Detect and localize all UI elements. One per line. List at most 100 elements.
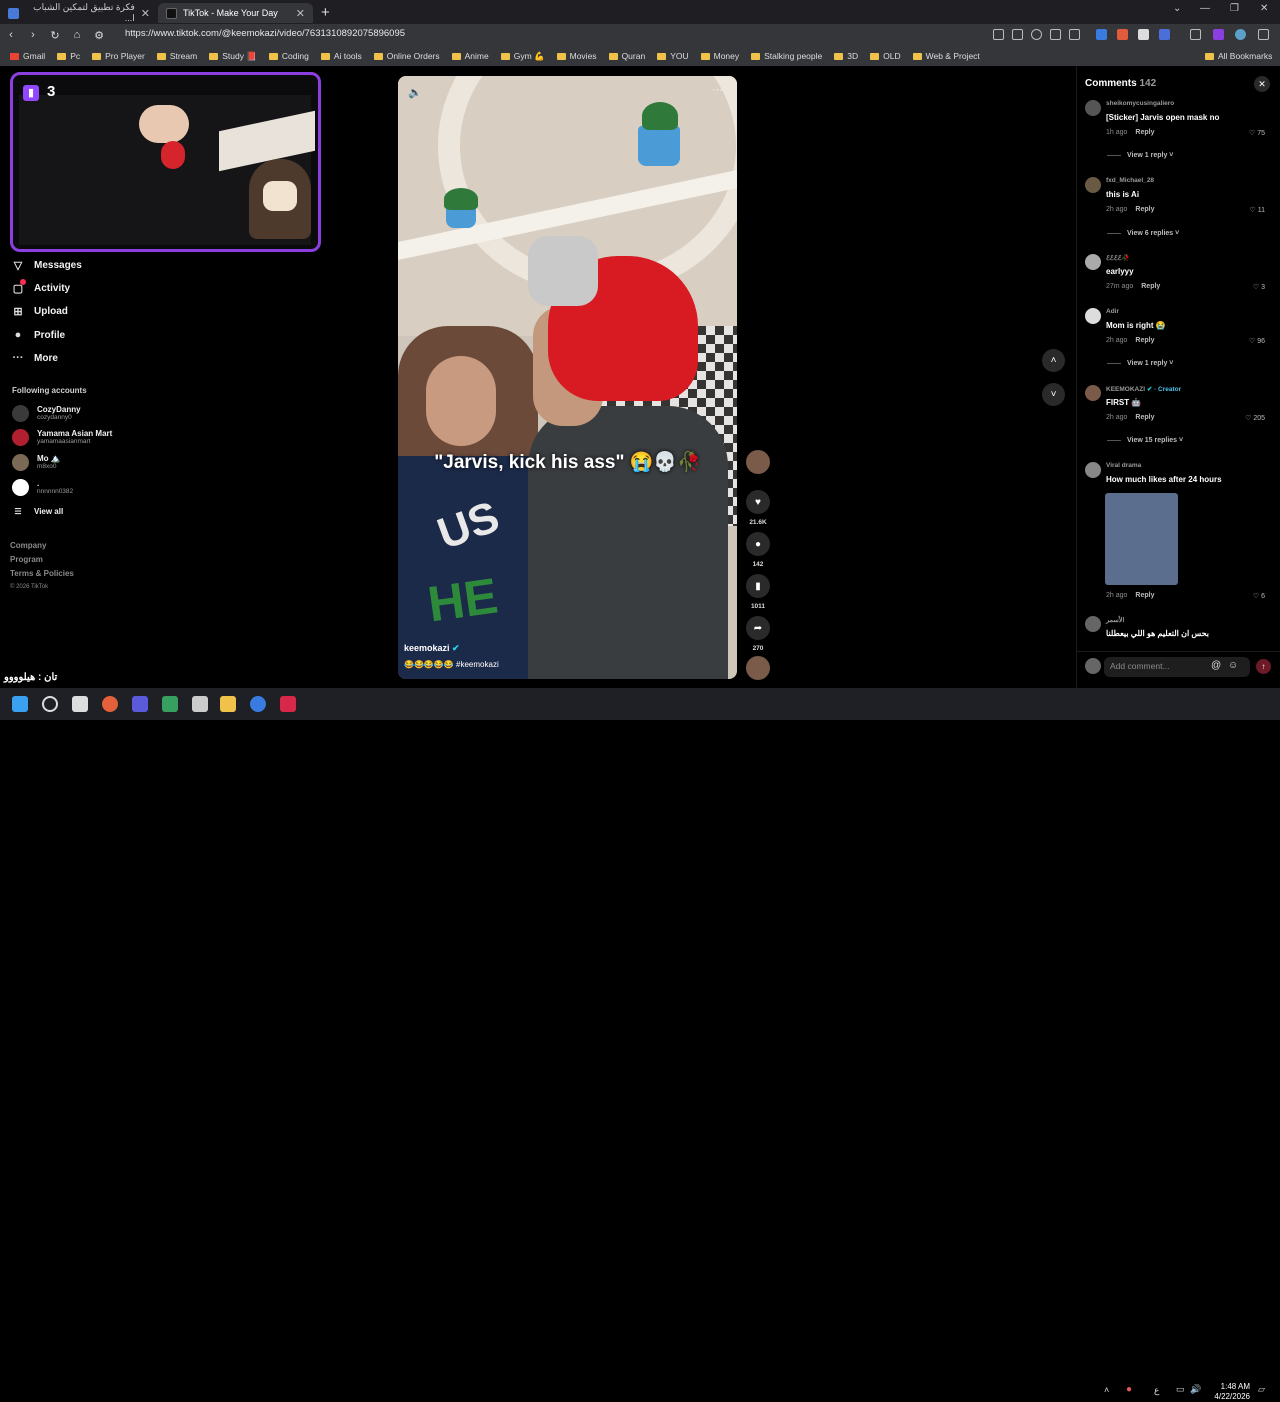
extension-icon[interactable]	[1213, 29, 1224, 40]
window-close-icon[interactable]: ✕	[1260, 3, 1268, 14]
bookmark-star-icon[interactable]	[1069, 29, 1080, 40]
avatar[interactable]	[1085, 177, 1101, 193]
save-button[interactable]: ▮ 1011	[746, 574, 770, 610]
bookmark-folder[interactable]: Quran	[608, 51, 645, 61]
profile-avatar[interactable]	[1235, 29, 1246, 40]
bookmark-folder[interactable]: Anime	[451, 51, 489, 61]
comment-user[interactable]: KEEMOKAZI ✔ · Creator	[1106, 385, 1181, 393]
bookmark-folder[interactable]: Web & Project	[912, 51, 980, 61]
comment-user[interactable]: fxd_Michael_28	[1106, 177, 1154, 184]
bookmark-folder[interactable]: Gym 💪	[500, 51, 545, 62]
app-icon[interactable]	[132, 696, 148, 712]
previous-video-button[interactable]: ˄	[1042, 349, 1065, 372]
bookmark-folder[interactable]: Coding	[268, 51, 309, 61]
all-bookmarks[interactable]: All Bookmarks	[1205, 51, 1272, 61]
avatar[interactable]	[1085, 385, 1101, 401]
app-icon[interactable]	[192, 696, 208, 712]
bookmark-folder[interactable]: Money	[700, 51, 739, 61]
comment-user[interactable]: sheikomycusingaliero	[1106, 100, 1174, 107]
comment-like[interactable]: ♡ 205	[1245, 414, 1265, 422]
extensions-puzzle-icon[interactable]	[1159, 29, 1170, 40]
following-account[interactable]: Mo 🏔️ m8xo0	[12, 454, 61, 471]
mention-icon[interactable]: @	[1211, 660, 1221, 671]
new-tab-button[interactable]: +	[321, 4, 330, 21]
reply-button[interactable]: Reply	[1135, 414, 1154, 421]
browser-icon[interactable]	[250, 696, 266, 712]
tray-chevron-icon[interactable]: ˄	[1104, 1385, 1109, 1395]
reply-button[interactable]: Reply	[1141, 283, 1160, 290]
comment-user[interactable]: Adir	[1106, 308, 1119, 315]
minimize-icon[interactable]: —	[1200, 3, 1210, 14]
share-icon[interactable]	[1050, 29, 1061, 40]
emoji-icon[interactable]: ☺	[1228, 660, 1238, 671]
extension-icon[interactable]	[1117, 29, 1128, 40]
following-account[interactable]: . nnnnnn0382	[12, 479, 73, 496]
comment-like[interactable]: ♡ 75	[1249, 129, 1265, 137]
windows-start-icon[interactable]	[12, 696, 28, 712]
network-icon[interactable]: ▭	[1176, 1384, 1185, 1395]
extension-icon[interactable]	[1096, 29, 1107, 40]
store-icon[interactable]	[72, 696, 88, 712]
view-replies[interactable]: View 15 replies ˅	[1107, 437, 1183, 444]
avatar[interactable]	[1085, 254, 1101, 270]
comment-like[interactable]: ♡ 6	[1253, 592, 1265, 600]
video-more-icon[interactable]: ···	[712, 84, 723, 96]
close-tab-icon[interactable]: ✕	[141, 7, 150, 20]
file-explorer-icon[interactable]	[220, 696, 236, 712]
tab-arabic-app[interactable]: ✕ فكرة تطبيق لتمكين الشباب ا...	[0, 2, 158, 23]
nav-messages[interactable]: ▽ Messages	[12, 259, 82, 272]
following-account[interactable]: CozyDanny cozydanny0	[12, 405, 81, 422]
bookmark-folder[interactable]: Study 📕	[209, 51, 257, 62]
volume-icon[interactable]: 🔈	[408, 86, 422, 99]
menu-icon[interactable]	[1258, 29, 1269, 40]
bookmark-folder[interactable]: Online Orders	[373, 51, 440, 61]
view-replies[interactable]: View 1 reply ˅	[1107, 152, 1173, 159]
nav-activity[interactable]: ▢ Activity	[12, 279, 70, 295]
reply-button[interactable]: Reply	[1135, 129, 1154, 136]
comment-like[interactable]: ♡ 11	[1249, 206, 1265, 214]
home-icon[interactable]: ⌂	[66, 29, 88, 41]
tab-search-icon[interactable]: ⌄	[1173, 3, 1181, 14]
back-icon[interactable]: ‹	[0, 29, 22, 41]
extension-icon[interactable]	[1138, 29, 1149, 40]
footer-link-terms[interactable]: Terms & Policies	[10, 569, 74, 578]
following-account[interactable]: Yamama Asian Mart yamamaasianmart	[12, 429, 112, 446]
bookmark-folder[interactable]: Ai tools	[320, 51, 362, 61]
restore-icon[interactable]: ❐	[1230, 3, 1239, 14]
comment-like[interactable]: ♡ 96	[1249, 337, 1265, 345]
app-icon[interactable]	[280, 696, 296, 712]
share-button[interactable]: ➦ 270	[746, 616, 770, 652]
reply-button[interactable]: Reply	[1135, 337, 1154, 344]
forward-icon[interactable]: ›	[22, 29, 44, 41]
bookmark-gmail[interactable]: Gmail	[10, 51, 45, 61]
close-tab-icon[interactable]: ✕	[296, 7, 305, 20]
author-avatar-button[interactable]	[746, 450, 770, 474]
reply-button[interactable]: Reply	[1135, 206, 1154, 213]
zoom-icon[interactable]	[1031, 29, 1042, 40]
translate-icon[interactable]	[1012, 29, 1023, 40]
nav-upload[interactable]: ⊞ Upload	[12, 305, 68, 318]
app-icon[interactable]	[162, 696, 178, 712]
footer-link-company[interactable]: Company	[10, 541, 46, 550]
microphone-icon[interactable]: ●	[1126, 1384, 1132, 1395]
volume-icon[interactable]: 🔊	[1190, 1384, 1201, 1395]
comment-button[interactable]: ● 142	[746, 532, 770, 568]
site-info-icon[interactable]: ⚙	[88, 29, 110, 42]
download-icon[interactable]	[1190, 29, 1201, 40]
bookmark-folder[interactable]: YOU	[657, 51, 689, 61]
video-author[interactable]: keemokazi ✔	[404, 643, 460, 654]
bookmark-folder[interactable]: Movies	[556, 51, 597, 61]
tab-tiktok[interactable]: TikTok - Make Your Day ✕	[158, 3, 313, 23]
clock[interactable]: 1:48 AM 4/22/2026	[1210, 1382, 1250, 1402]
bookmark-folder[interactable]: Pro Player	[92, 51, 145, 61]
sound-avatar-button[interactable]	[746, 656, 770, 680]
comment-user[interactable]: ℰℰℰℰ🥀	[1106, 254, 1130, 262]
bookmark-folder[interactable]: Stalking people	[751, 51, 822, 61]
footer-link-program[interactable]: Program	[10, 555, 43, 564]
view-replies[interactable]: View 1 reply ˅	[1107, 360, 1173, 367]
bookmark-folder[interactable]: 3D	[834, 51, 858, 61]
close-comments-icon[interactable]: ✕	[1254, 76, 1270, 92]
reload-icon[interactable]: ↻	[44, 29, 66, 42]
next-video-button[interactable]: ˅	[1042, 383, 1065, 406]
view-all-following[interactable]: ☰ View all	[12, 507, 63, 516]
